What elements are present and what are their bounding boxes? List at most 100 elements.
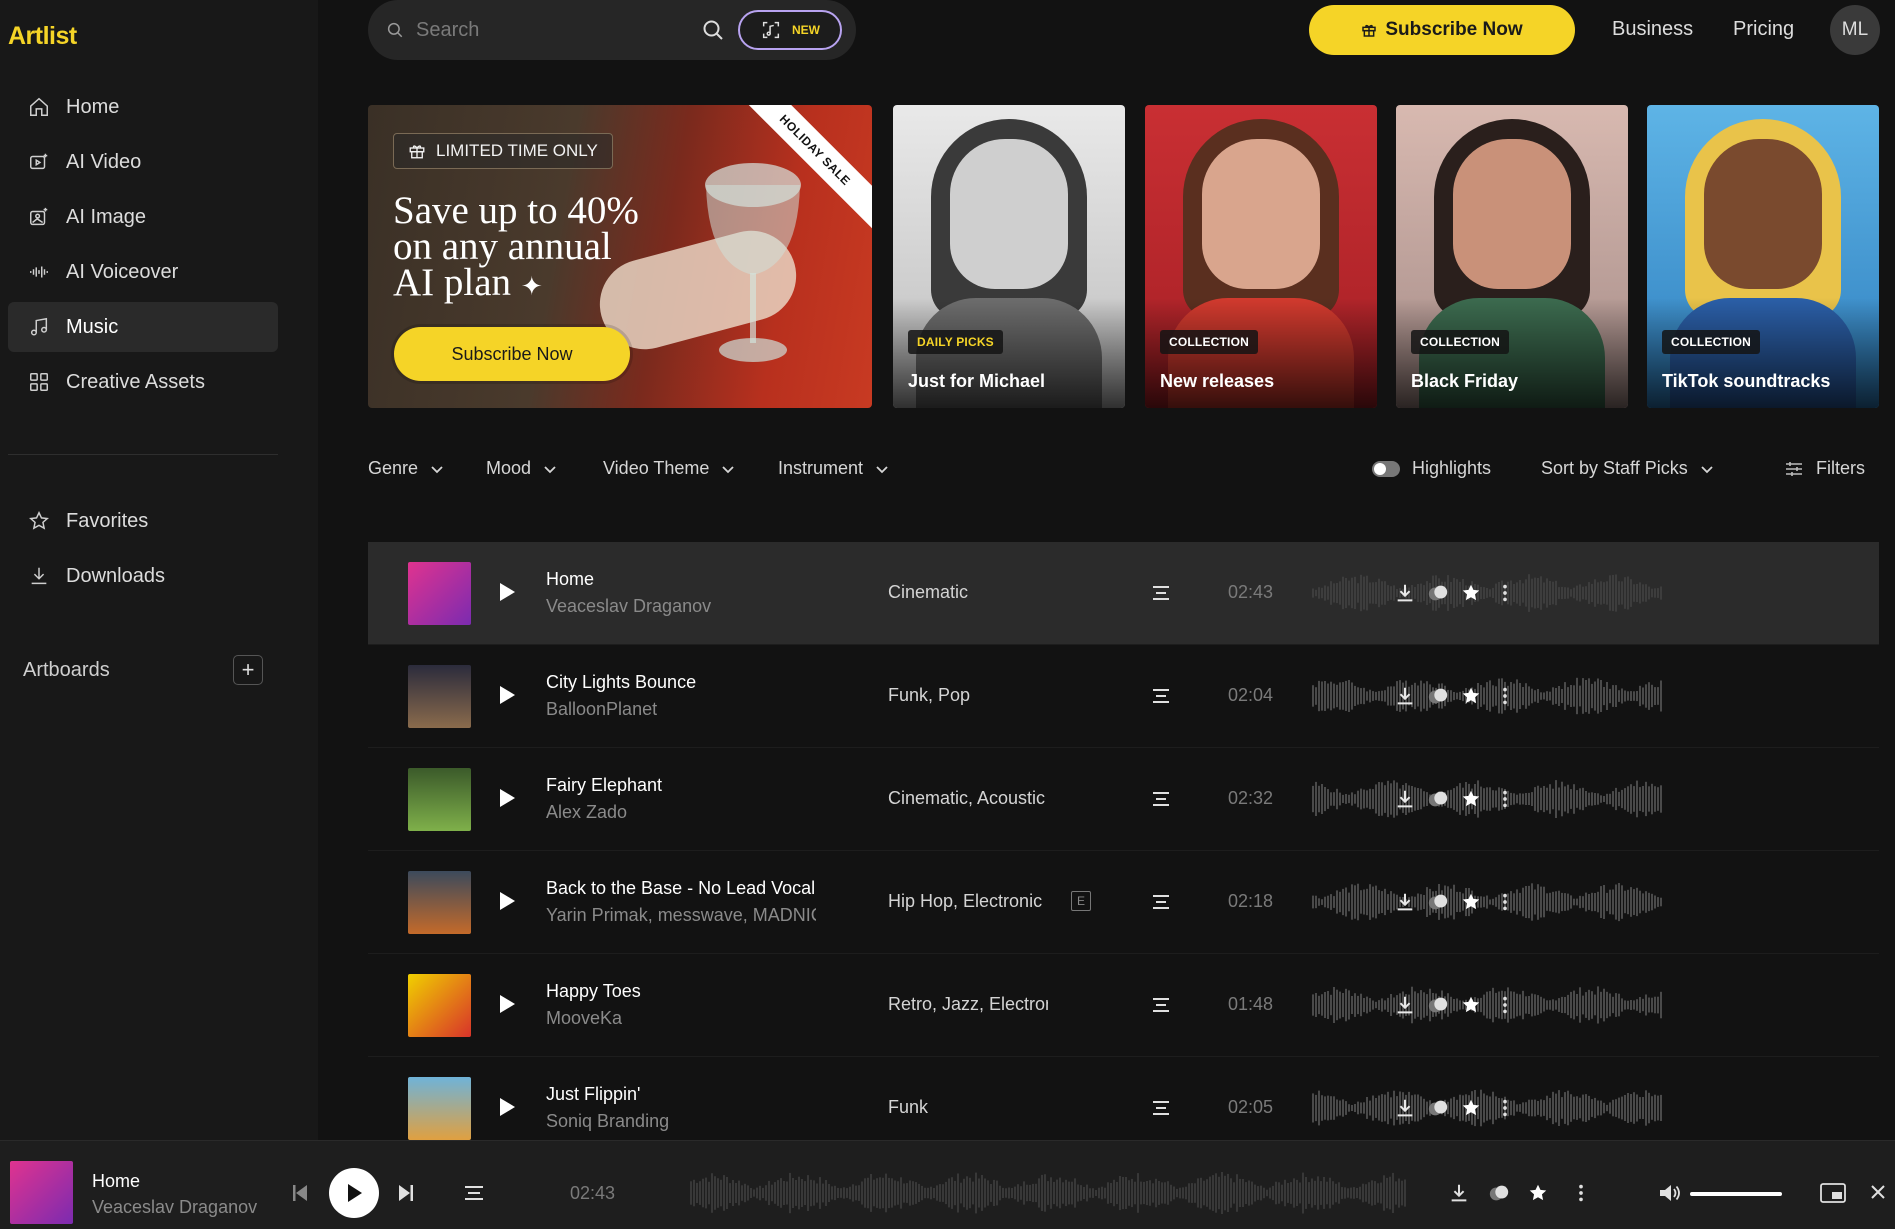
collection-card[interactable]: COLLECTION New releases (1145, 105, 1377, 408)
search-input[interactable] (416, 18, 696, 42)
track-more-button[interactable] (1494, 994, 1516, 1016)
sort-dropdown[interactable]: Sort by Staff Picks (1541, 458, 1714, 479)
avatar[interactable]: ML (1830, 5, 1880, 55)
player-play-button[interactable] (329, 1168, 379, 1218)
track-favorite-button[interactable] (1460, 788, 1482, 810)
track-cover-art[interactable] (408, 974, 471, 1037)
favorite-star-icon[interactable] (1527, 1182, 1549, 1204)
collection-card[interactable]: COLLECTION TikTok soundtracks (1647, 105, 1879, 408)
track-genre[interactable]: Cinematic (888, 582, 1048, 603)
track-genre[interactable]: Funk, Pop (888, 685, 1048, 706)
add-artboard-button[interactable]: + (233, 655, 263, 685)
track-genre[interactable]: Cinematic, Acoustic (888, 788, 1048, 809)
genre-filter[interactable]: Genre (368, 458, 444, 479)
track-title[interactable]: Just Flippin' (546, 1084, 816, 1105)
search-submit-icon[interactable] (701, 18, 725, 42)
track-details-icon[interactable] (1152, 688, 1170, 704)
volume-icon[interactable] (1658, 1182, 1682, 1204)
sidebar-item-ai-voiceover[interactable]: AI Voiceover (8, 247, 278, 297)
sidebar-item-creative-assets[interactable]: Creative Assets (8, 357, 278, 407)
player-waveform[interactable] (690, 1171, 1408, 1215)
pricing-link[interactable]: Pricing (1733, 18, 1794, 41)
track-cover-art[interactable] (408, 562, 471, 625)
player-track-artist[interactable]: Veaceslav Draganov (92, 1197, 257, 1218)
track-favorite-button[interactable] (1460, 582, 1482, 604)
track-details-icon[interactable] (464, 1185, 484, 1201)
instrument-filter[interactable]: Instrument (778, 458, 889, 479)
track-details-icon[interactable] (1152, 791, 1170, 807)
track-waveform[interactable] (1312, 1088, 1665, 1128)
track-cover-art[interactable] (408, 665, 471, 728)
sidebar-item-downloads[interactable]: Downloads (8, 551, 278, 601)
track-more-button[interactable] (1494, 1097, 1516, 1119)
track-genre[interactable]: Funk (888, 1097, 1048, 1118)
track-similar-button[interactable] (1427, 685, 1449, 707)
track-download-button[interactable] (1394, 1097, 1416, 1119)
sidebar-item-home[interactable]: Home (8, 82, 278, 132)
track-more-button[interactable] (1494, 685, 1516, 707)
play-icon[interactable] (498, 1097, 516, 1117)
toggle-switch[interactable] (1372, 460, 1400, 477)
track-similar-button[interactable] (1427, 788, 1449, 810)
play-icon[interactable] (498, 891, 516, 911)
track-download-button[interactable] (1394, 891, 1416, 913)
ai-search-button[interactable]: NEW (738, 10, 842, 50)
play-icon[interactable] (498, 582, 516, 602)
play-icon[interactable] (498, 685, 516, 705)
track-artist[interactable]: Soniq Branding (546, 1111, 816, 1132)
track-title[interactable]: Home (546, 569, 816, 590)
track-artist[interactable]: MooveKa (546, 1008, 816, 1029)
track-cover-art[interactable] (408, 871, 471, 934)
track-more-button[interactable] (1494, 582, 1516, 604)
previous-track-icon[interactable] (292, 1184, 308, 1202)
track-waveform[interactable] (1312, 985, 1665, 1025)
highlights-toggle[interactable]: Highlights (1372, 458, 1491, 479)
track-row[interactable]: Back to the Base - No Lead Vocal Yarin P… (368, 851, 1879, 954)
track-title[interactable]: Fairy Elephant (546, 775, 816, 796)
track-title[interactable]: City Lights Bounce (546, 672, 816, 693)
track-genre[interactable]: Hip Hop, Electronic (888, 891, 1048, 912)
mini-player-icon[interactable] (1820, 1182, 1846, 1204)
track-row[interactable]: Fairy Elephant Alex Zado Cinematic, Acou… (368, 748, 1879, 851)
sidebar-item-music[interactable]: Music (8, 302, 278, 352)
promo-banner[interactable]: HOLIDAY SALE LIMITED TIME ONLY Save up t… (368, 105, 872, 408)
filters-button[interactable]: Filters (1784, 458, 1865, 479)
track-download-button[interactable] (1394, 788, 1416, 810)
similar-tracks-icon[interactable] (1488, 1182, 1510, 1204)
track-similar-button[interactable] (1427, 891, 1449, 913)
collection-card[interactable]: COLLECTION Black Friday (1396, 105, 1628, 408)
business-link[interactable]: Business (1612, 18, 1693, 41)
close-icon[interactable] (1870, 1184, 1886, 1200)
collection-card[interactable]: DAILY PICKS Just for Michael (893, 105, 1125, 408)
track-details-icon[interactable] (1152, 585, 1170, 601)
artlist-logo[interactable]: Artlist (8, 22, 77, 51)
track-similar-button[interactable] (1427, 994, 1449, 1016)
track-cover-art[interactable] (408, 768, 471, 831)
track-favorite-button[interactable] (1460, 685, 1482, 707)
track-details-icon[interactable] (1152, 894, 1170, 910)
track-title[interactable]: Happy Toes (546, 981, 816, 1002)
mood-filter[interactable]: Mood (486, 458, 557, 479)
track-similar-button[interactable] (1427, 1097, 1449, 1119)
track-waveform[interactable] (1312, 882, 1665, 922)
track-artist[interactable]: Yarin Primak, messwave, MADNIC (546, 905, 816, 926)
download-icon[interactable] (1448, 1182, 1470, 1204)
track-row[interactable]: Happy Toes MooveKa Retro, Jazz, Electron… (368, 954, 1879, 1057)
track-artist[interactable]: Alex Zado (546, 802, 816, 823)
play-icon[interactable] (498, 788, 516, 808)
track-artist[interactable]: Veaceslav Draganov (546, 596, 816, 617)
track-favorite-button[interactable] (1460, 891, 1482, 913)
sidebar-item-ai-video[interactable]: AI Video (8, 137, 278, 187)
video-theme-filter[interactable]: Video Theme (603, 458, 735, 479)
track-details-icon[interactable] (1152, 1100, 1170, 1116)
sidebar-item-favorites[interactable]: Favorites (8, 496, 278, 546)
track-waveform[interactable] (1312, 676, 1665, 716)
track-download-button[interactable] (1394, 685, 1416, 707)
track-genre[interactable]: Retro, Jazz, Electronic (888, 994, 1048, 1015)
track-artist[interactable]: BalloonPlanet (546, 699, 816, 720)
track-download-button[interactable] (1394, 582, 1416, 604)
track-cover-art[interactable] (408, 1077, 471, 1140)
track-row[interactable]: City Lights Bounce BalloonPlanet Funk, P… (368, 645, 1879, 748)
track-row[interactable]: Home Veaceslav Draganov Cinematic 02:43 (368, 542, 1879, 645)
track-more-button[interactable] (1494, 788, 1516, 810)
